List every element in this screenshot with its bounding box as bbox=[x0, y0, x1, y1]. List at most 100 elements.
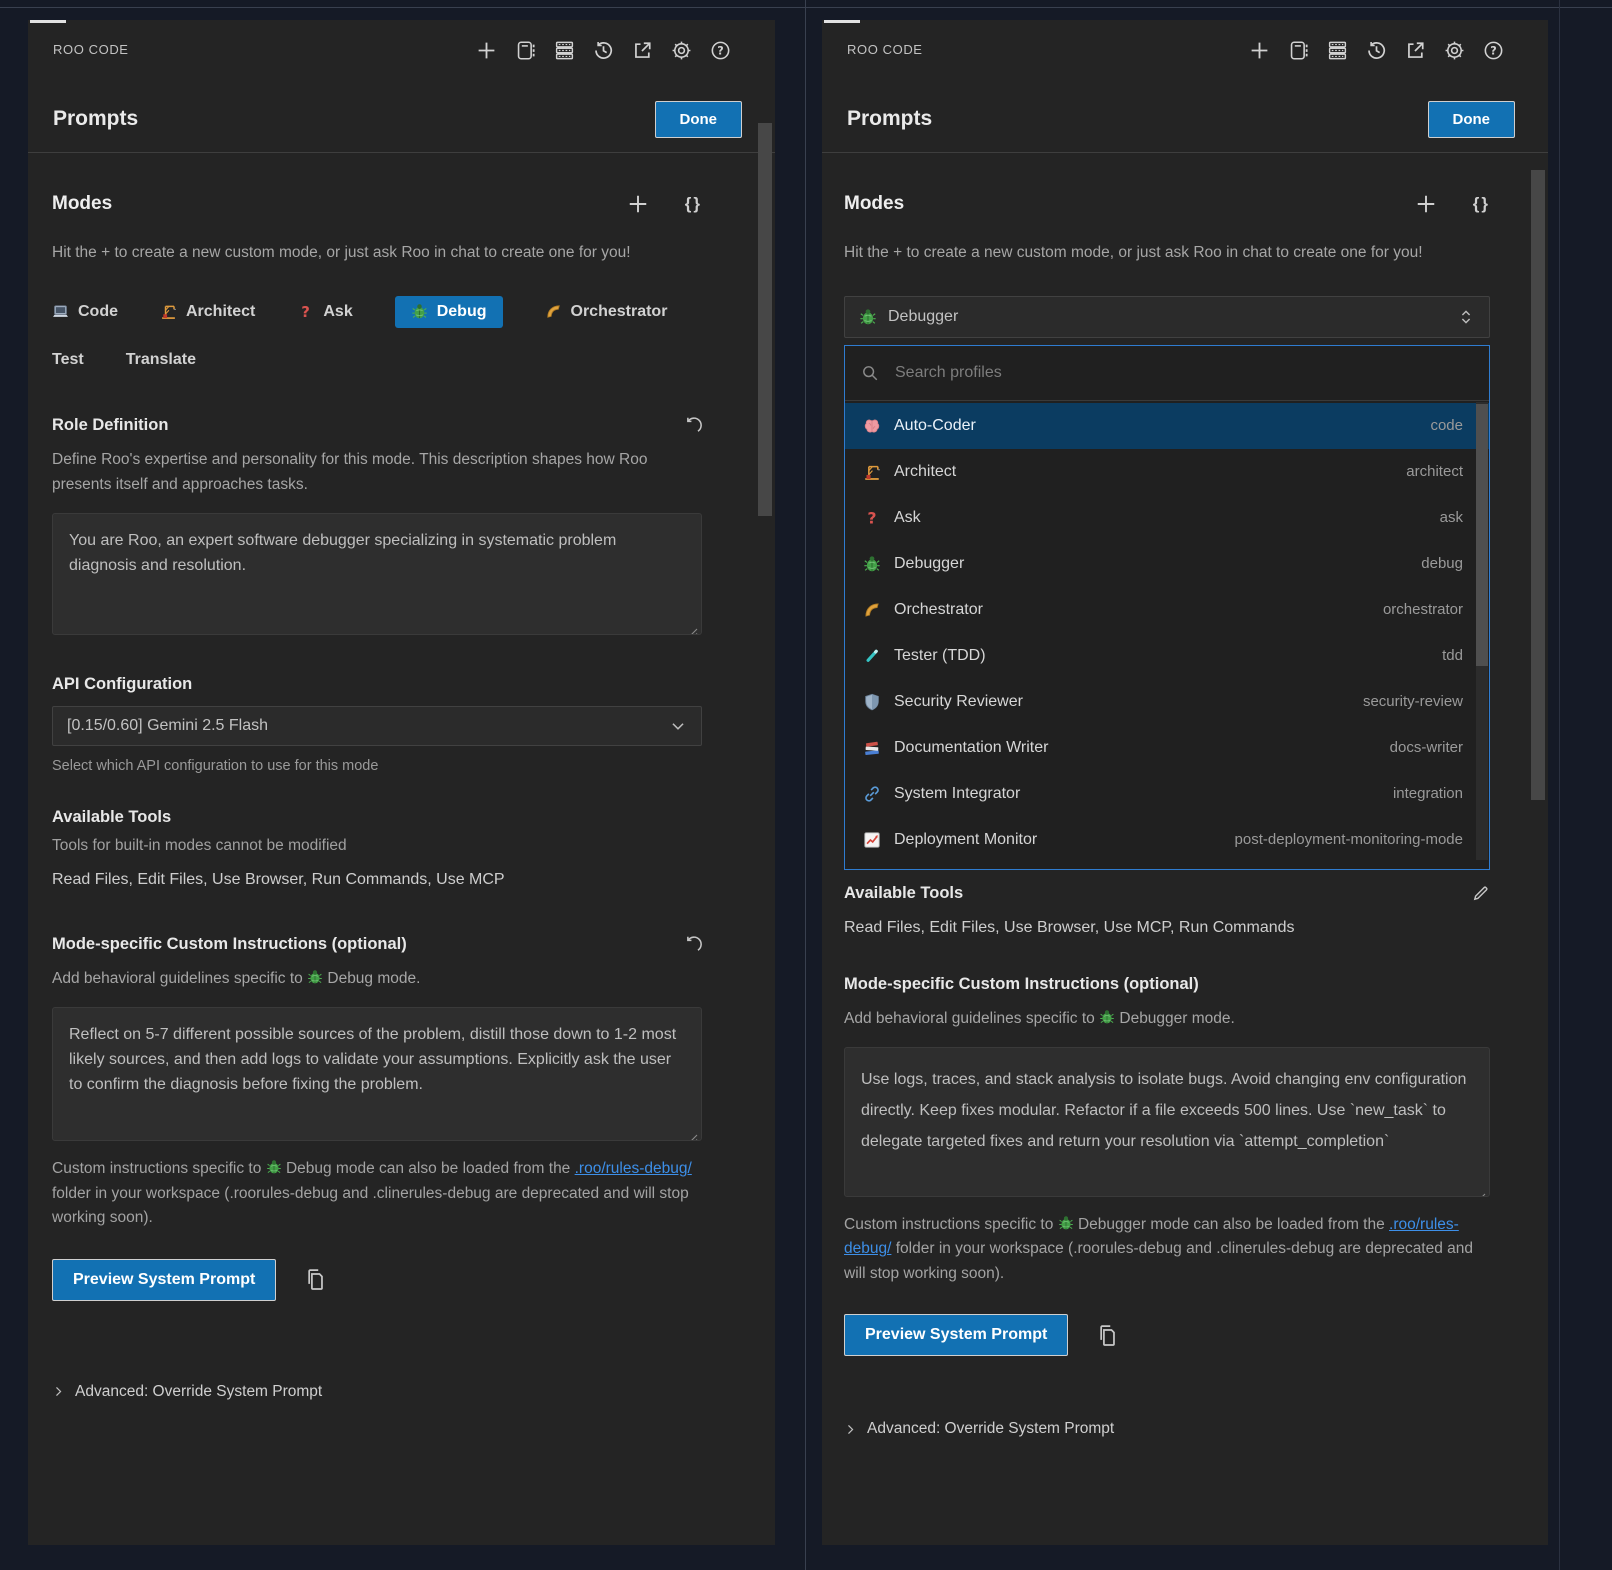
mcp-servers-icon[interactable] bbox=[1288, 40, 1309, 61]
svg-text:?: ? bbox=[302, 303, 311, 320]
mode-tab-architect[interactable]: Architect bbox=[160, 296, 255, 328]
list-item-orchestrator[interactable]: Orchestrator orchestrator bbox=[845, 587, 1489, 633]
available-tools-list: Read Files, Edit Files, Use Browser, Run… bbox=[52, 871, 702, 889]
list-item-security-reviewer[interactable]: Security Reviewer security-review bbox=[845, 679, 1489, 725]
modes-title: Modes bbox=[52, 193, 112, 215]
rules-folder-link[interactable]: .roo/rules-debug/ bbox=[575, 1160, 692, 1177]
boomerang-icon bbox=[545, 303, 562, 320]
list-item-ask[interactable]: ? Ask ask bbox=[845, 495, 1489, 541]
edit-modes-json-icon[interactable]: {} bbox=[685, 194, 702, 214]
add-mode-icon[interactable] bbox=[627, 193, 649, 215]
svg-text:?: ? bbox=[867, 509, 876, 527]
custom-instructions-footer: Custom instructions specific to Debugger… bbox=[844, 1213, 1490, 1286]
mode-tab-translate[interactable]: Translate bbox=[126, 344, 196, 376]
question-icon: ? bbox=[297, 303, 314, 320]
settings-icon[interactable] bbox=[671, 40, 692, 61]
updown-chevron-icon bbox=[1457, 308, 1475, 326]
new-task-icon[interactable] bbox=[476, 40, 497, 61]
bug-icon bbox=[266, 1159, 282, 1175]
api-configuration-select[interactable]: [0.15/0.60] Gemini 2.5 Flash bbox=[52, 706, 702, 746]
prompts-icon[interactable] bbox=[554, 40, 575, 61]
settings-icon[interactable] bbox=[1444, 40, 1465, 61]
revert-icon[interactable] bbox=[683, 935, 702, 954]
revert-icon[interactable] bbox=[683, 416, 702, 435]
preview-system-prompt-button[interactable]: Preview System Prompt bbox=[52, 1259, 276, 1301]
svg-text:?: ? bbox=[717, 45, 723, 58]
edit-modes-json-icon[interactable]: {} bbox=[1473, 194, 1490, 214]
custom-instructions-footer: Custom instructions specific to Debug mo… bbox=[52, 1157, 702, 1230]
panel-divider bbox=[805, 0, 806, 1570]
mode-tab-code[interactable]: Code bbox=[52, 296, 118, 328]
history-icon[interactable] bbox=[1366, 40, 1387, 61]
role-definition-textarea[interactable]: You are Roo, an expert software debugger… bbox=[52, 513, 702, 635]
add-mode-icon[interactable] bbox=[1415, 193, 1437, 215]
bug-icon bbox=[1099, 1008, 1115, 1024]
mode-select[interactable]: Debugger bbox=[844, 296, 1490, 338]
svg-text:?: ? bbox=[1490, 45, 1496, 58]
mcp-servers-icon[interactable] bbox=[515, 40, 536, 61]
bug-icon bbox=[863, 555, 881, 573]
edit-tools-icon[interactable] bbox=[1471, 884, 1490, 903]
dropdown-scrollbar[interactable] bbox=[1476, 402, 1488, 860]
custom-instructions-description: Add behavioral guidelines specific to De… bbox=[52, 966, 702, 991]
copy-icon[interactable] bbox=[1096, 1324, 1119, 1347]
roo-code-panel-right: ROO CODE ? Prompts Done Modes {} Hit the… bbox=[822, 20, 1548, 1545]
list-item-architect[interactable]: Architect architect bbox=[845, 449, 1489, 495]
help-icon[interactable]: ? bbox=[1483, 40, 1504, 61]
list-item-tester[interactable]: Tester (TDD) tdd bbox=[845, 633, 1489, 679]
open-in-editor-icon[interactable] bbox=[632, 40, 653, 61]
list-item-auto-coder[interactable]: Auto-Coder code bbox=[845, 403, 1489, 449]
mode-dropdown: Auto-Coder code Architect architect ? As… bbox=[844, 345, 1490, 870]
test-tube-icon bbox=[863, 647, 881, 665]
advanced-override-toggle[interactable]: Advanced: Override System Prompt bbox=[52, 1383, 702, 1401]
custom-instructions-textarea[interactable]: Use logs, traces, and stack analysis to … bbox=[844, 1047, 1490, 1197]
available-tools-list: Read Files, Edit Files, Use Browser, Use… bbox=[844, 919, 1490, 937]
chevron-right-icon bbox=[52, 1385, 65, 1398]
roo-code-panel-left: ROO CODE ? Prompts Done Modes {} Hit the… bbox=[28, 20, 775, 1545]
list-item-documentation-writer[interactable]: Documentation Writer docs-writer bbox=[845, 725, 1489, 771]
resize-handle-icon[interactable] bbox=[1476, 1183, 1486, 1193]
active-tab-indicator bbox=[824, 20, 860, 23]
mode-tab-ask[interactable]: ? Ask bbox=[297, 296, 352, 328]
list-item-debugger[interactable]: Debugger debug bbox=[845, 541, 1489, 587]
custom-instructions-textarea[interactable]: Reflect on 5-7 different possible source… bbox=[52, 1007, 702, 1141]
page-title: Prompts bbox=[847, 107, 932, 131]
resize-handle-icon[interactable] bbox=[688, 1127, 698, 1137]
history-icon[interactable] bbox=[593, 40, 614, 61]
help-icon[interactable]: ? bbox=[710, 40, 731, 61]
panel-scrollbar[interactable] bbox=[1531, 170, 1545, 800]
list-item-system-integrator[interactable]: System Integrator integration bbox=[845, 771, 1489, 817]
books-icon bbox=[863, 739, 881, 757]
panel-toolbar: ? bbox=[476, 40, 731, 61]
advanced-override-toggle[interactable]: Advanced: Override System Prompt bbox=[844, 1420, 1490, 1438]
bug-icon bbox=[859, 308, 877, 326]
search-profiles-input[interactable] bbox=[893, 363, 1473, 383]
custom-instructions-description: Add behavioral guidelines specific to De… bbox=[844, 1006, 1490, 1031]
mode-tabs: Code Architect ? Ask Debug Orchestrator … bbox=[52, 296, 702, 376]
question-icon: ? bbox=[863, 509, 881, 527]
panel-scrollbar[interactable] bbox=[758, 123, 772, 516]
resize-handle-icon[interactable] bbox=[688, 621, 698, 631]
mode-tab-orchestrator[interactable]: Orchestrator bbox=[545, 296, 668, 328]
role-definition-description: Define Roo's expertise and personality f… bbox=[52, 447, 702, 497]
chevron-right-icon bbox=[844, 1423, 857, 1436]
right-border bbox=[1559, 0, 1560, 1570]
mode-tab-debug[interactable]: Debug bbox=[395, 296, 503, 328]
shield-icon bbox=[863, 693, 881, 711]
new-task-icon[interactable] bbox=[1249, 40, 1270, 61]
open-in-editor-icon[interactable] bbox=[1405, 40, 1426, 61]
done-button[interactable]: Done bbox=[655, 101, 743, 138]
list-item-deployment-monitor[interactable]: Deployment Monitor post-deployment-monit… bbox=[845, 817, 1489, 863]
modes-title: Modes bbox=[844, 193, 904, 215]
prompts-icon[interactable] bbox=[1327, 40, 1348, 61]
scrollbar-thumb[interactable] bbox=[1476, 404, 1488, 666]
done-button[interactable]: Done bbox=[1428, 101, 1516, 138]
mode-tab-test[interactable]: Test bbox=[52, 344, 84, 376]
preview-system-prompt-button[interactable]: Preview System Prompt bbox=[844, 1314, 1068, 1356]
bug-icon bbox=[307, 968, 323, 984]
boomerang-icon bbox=[863, 601, 881, 619]
crane-icon bbox=[160, 303, 177, 320]
laptop-icon bbox=[52, 303, 69, 320]
modes-description: Hit the + to create a new custom mode, o… bbox=[844, 241, 1486, 266]
copy-icon[interactable] bbox=[304, 1268, 327, 1291]
